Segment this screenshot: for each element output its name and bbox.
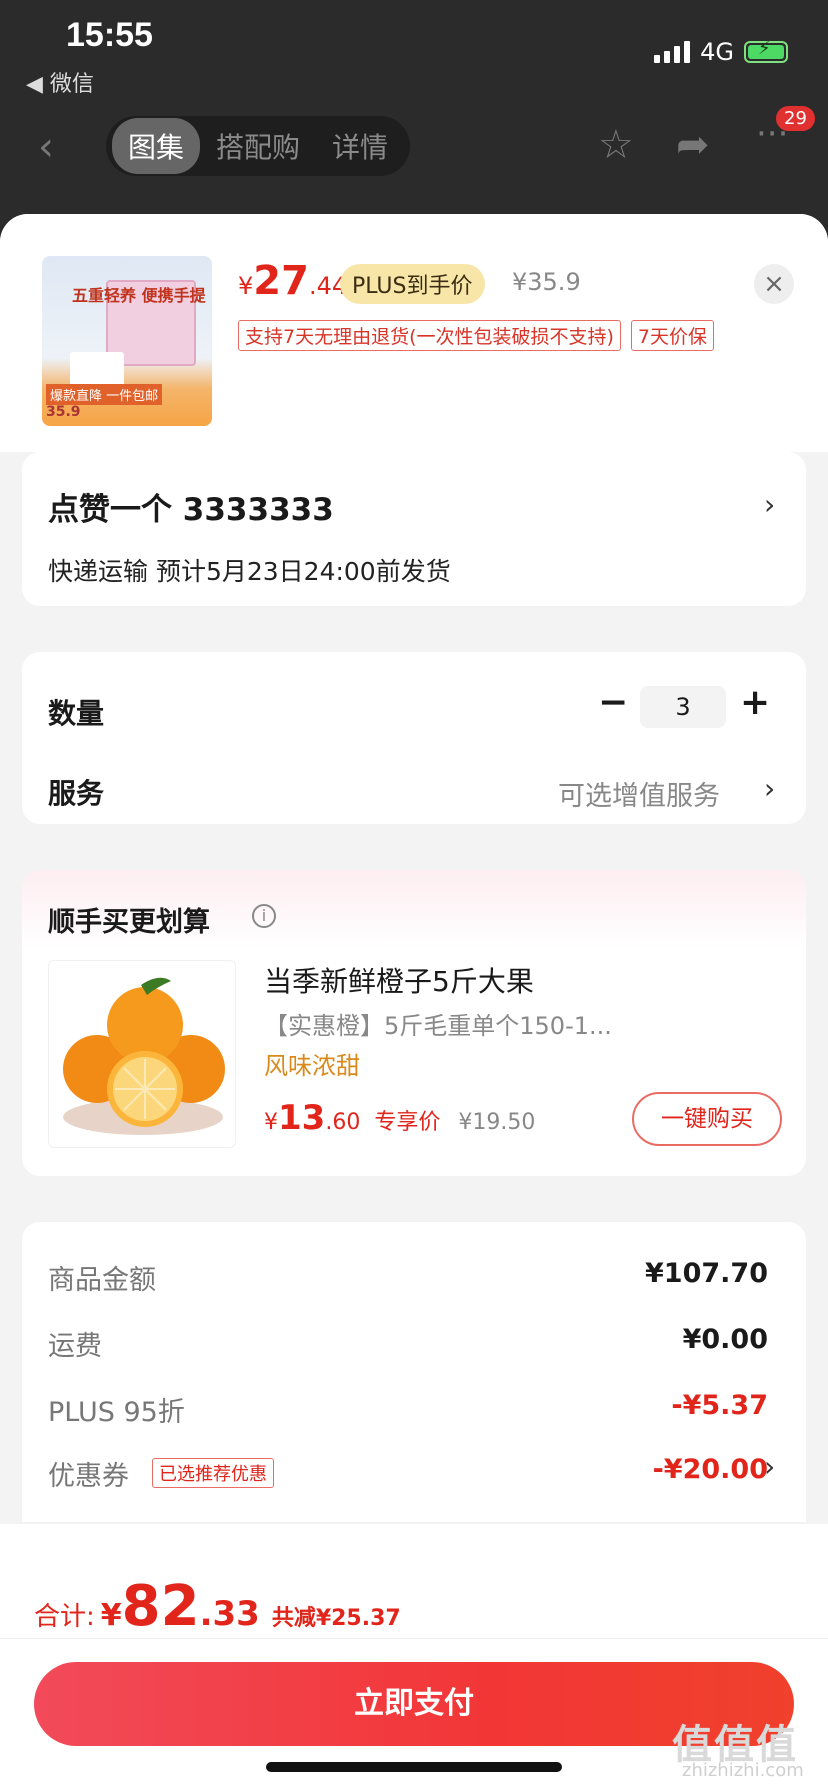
quantity-minus-button[interactable]: − bbox=[598, 682, 628, 723]
recommend-price: ¥ 13 .60 专享价 ¥19.50 bbox=[264, 1098, 536, 1138]
service-label: 服务 bbox=[48, 777, 105, 810]
battery-icon bbox=[744, 38, 788, 63]
service-value[interactable]: 可选增值服务 bbox=[558, 774, 720, 813]
signal-icon bbox=[654, 41, 691, 63]
original-price: ¥35.9 bbox=[512, 268, 581, 296]
product-header: 五重轻养 便携手提 爆款直降 一件包邮 35.9 ¥ 27 .44 PLUS到手… bbox=[0, 214, 828, 452]
price-summary-card: 商品金额 ¥107.70 运费 ¥0.00 PLUS 95折 -¥5.37 优惠… bbox=[22, 1222, 806, 1522]
back-icon[interactable]: ‹ bbox=[38, 124, 54, 170]
options-card: 数量 − 3 + 服务 可选增值服务 › bbox=[22, 652, 806, 824]
watermark-url: zhizhizhi.com bbox=[682, 1760, 804, 1781]
recommend-product-desc: 【实惠橙】5斤毛重单个150-1... bbox=[264, 1012, 612, 1040]
product-thumbnail[interactable]: 五重轻养 便携手提 爆款直降 一件包邮 35.9 bbox=[42, 256, 212, 426]
price-protect-tag: 7天价保 bbox=[630, 320, 715, 351]
service-tags: 支持7天无理由退货(一次性包装破损不支持) 7天价保 bbox=[238, 320, 715, 351]
coupon-row[interactable]: 优惠券 已选推荐优惠 -¥20.00 bbox=[48, 1454, 768, 1494]
divider bbox=[0, 1638, 828, 1639]
delivery-info: 快递运输 预计5月23日24:00前发货 bbox=[48, 557, 451, 586]
chevron-right-icon[interactable]: › bbox=[764, 772, 775, 805]
total-amount: 合计: ¥ 82 .33 共减¥25.37 bbox=[34, 1574, 401, 1639]
quantity-label: 数量 bbox=[48, 697, 105, 730]
product-price: ¥ 27 .44 bbox=[238, 258, 348, 304]
share-icon[interactable]: ➦ bbox=[676, 122, 710, 168]
nav-tabs: 图集 搭配购 详情 bbox=[106, 116, 411, 176]
top-nav: ‹ 图集 搭配购 详情 ☆ ➦ ··· 29 bbox=[0, 106, 828, 178]
coupon-selected-tag: 已选推荐优惠 bbox=[152, 1458, 274, 1488]
recommend-title: 顺手买更划算 bbox=[48, 907, 210, 938]
recipient-name: 点赞一个 3333333 bbox=[48, 492, 334, 528]
message-badge: 29 bbox=[776, 106, 815, 131]
quantity-input[interactable]: 3 bbox=[640, 686, 726, 728]
back-to-app-link[interactable]: ◀ 微信 bbox=[26, 66, 94, 98]
recommend-product-name[interactable]: 当季新鲜橙子5斤大果 bbox=[264, 960, 534, 1000]
summary-row: 商品金额 ¥107.70 bbox=[48, 1258, 768, 1296]
one-click-buy-button[interactable]: 一键购买 bbox=[632, 1092, 782, 1146]
plus-price-tag: PLUS到手价 bbox=[340, 264, 485, 304]
close-button[interactable]: × bbox=[754, 264, 794, 304]
status-time: 15:55 bbox=[66, 16, 153, 54]
status-indicators: 4G bbox=[654, 38, 788, 66]
checkout-sheet: 五重轻养 便携手提 爆款直降 一件包邮 35.9 ¥ 27 .44 PLUS到手… bbox=[0, 214, 828, 1792]
tab-bundle[interactable]: 搭配购 bbox=[200, 118, 316, 174]
orange-product-image[interactable] bbox=[48, 960, 236, 1148]
recommend-old-price: ¥19.50 bbox=[458, 1110, 536, 1135]
address-card[interactable]: 点赞一个 3333333 › 快递运输 预计5月23日24:00前发货 bbox=[22, 452, 806, 606]
quantity-plus-button[interactable]: + bbox=[740, 682, 770, 723]
network-label: 4G bbox=[700, 38, 734, 66]
total-saved: 共减¥25.37 bbox=[271, 1606, 401, 1631]
info-icon[interactable]: i bbox=[252, 904, 276, 928]
exclusive-price-label: 专享价 bbox=[374, 1110, 441, 1135]
chevron-right-icon[interactable]: › bbox=[764, 1450, 775, 1483]
recommend-card: 顺手买更划算 i 当季新鲜橙子5斤大果 【实惠橙】5斤毛重单个150-1... bbox=[22, 870, 806, 1176]
summary-row: PLUS 95折 -¥5.37 bbox=[48, 1390, 768, 1428]
tab-gallery[interactable]: 图集 bbox=[112, 118, 201, 174]
star-icon[interactable]: ☆ bbox=[598, 122, 634, 168]
recommend-flavor-tag: 风味浓甜 bbox=[264, 1052, 360, 1080]
return-policy-tag: 支持7天无理由退货(一次性包装破损不支持) bbox=[238, 320, 621, 351]
summary-row: 运费 ¥0.00 bbox=[48, 1324, 768, 1362]
tab-details[interactable]: 详情 bbox=[316, 118, 404, 174]
chevron-right-icon: › bbox=[764, 488, 776, 521]
home-indicator bbox=[266, 1762, 562, 1772]
